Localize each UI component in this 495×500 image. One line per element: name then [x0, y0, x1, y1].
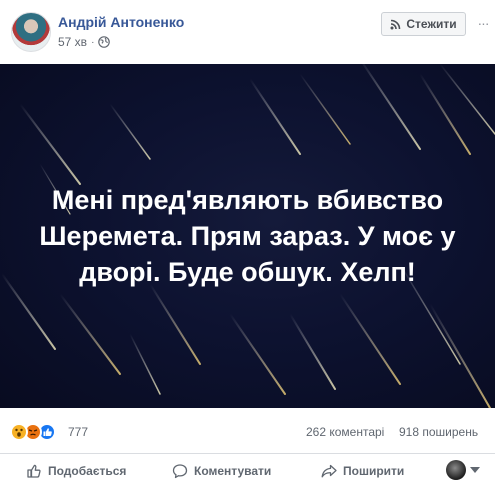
share-arrow-icon [321, 464, 337, 478]
reaction-icons[interactable] [10, 423, 56, 441]
share-label: Поширити [343, 464, 405, 478]
reaction-count[interactable]: 777 [68, 425, 88, 439]
meta-separator: · [91, 36, 95, 48]
author-avatar[interactable] [11, 12, 51, 52]
post-time[interactable]: 57 хв [58, 35, 87, 49]
author-name[interactable]: Андрій Антоненко [58, 14, 184, 30]
more-options-button[interactable]: ··· [476, 14, 490, 32]
post-image[interactable]: Мені пред'являють вбивство Шеремета. Пря… [0, 64, 495, 408]
like-label: Подобається [48, 464, 127, 478]
thumbs-up-icon [27, 464, 41, 478]
post-actions: Подобається Коментувати Поширити [0, 455, 495, 487]
follow-button[interactable]: Стежити [381, 12, 466, 36]
like-button[interactable]: Подобається [26, 455, 126, 487]
share-button[interactable]: Поширити [321, 455, 404, 487]
rss-icon [390, 19, 401, 29]
post-header: Андрій Антоненко 57 хв · Стежити ··· [0, 0, 495, 64]
comment-icon [172, 464, 188, 479]
post-meta: 57 хв · [58, 35, 111, 49]
post-as-selector[interactable] [446, 460, 480, 480]
caret-down-icon [470, 467, 480, 473]
viewer-avatar [446, 460, 466, 480]
reactions-bar: 777 262 коментарі 918 поширень [0, 408, 495, 454]
comment-button[interactable]: Коментувати [172, 455, 271, 487]
comment-label: Коментувати [194, 464, 272, 478]
globe-icon[interactable] [98, 36, 111, 48]
image-caption-text: Мені пред'являють вбивство Шеремета. Пря… [39, 185, 456, 287]
wow-reaction-icon [10, 423, 28, 441]
shares-count[interactable]: 918 поширень [399, 425, 478, 439]
comments-count[interactable]: 262 коментарі [306, 425, 384, 439]
follow-label: Стежити [406, 17, 457, 31]
